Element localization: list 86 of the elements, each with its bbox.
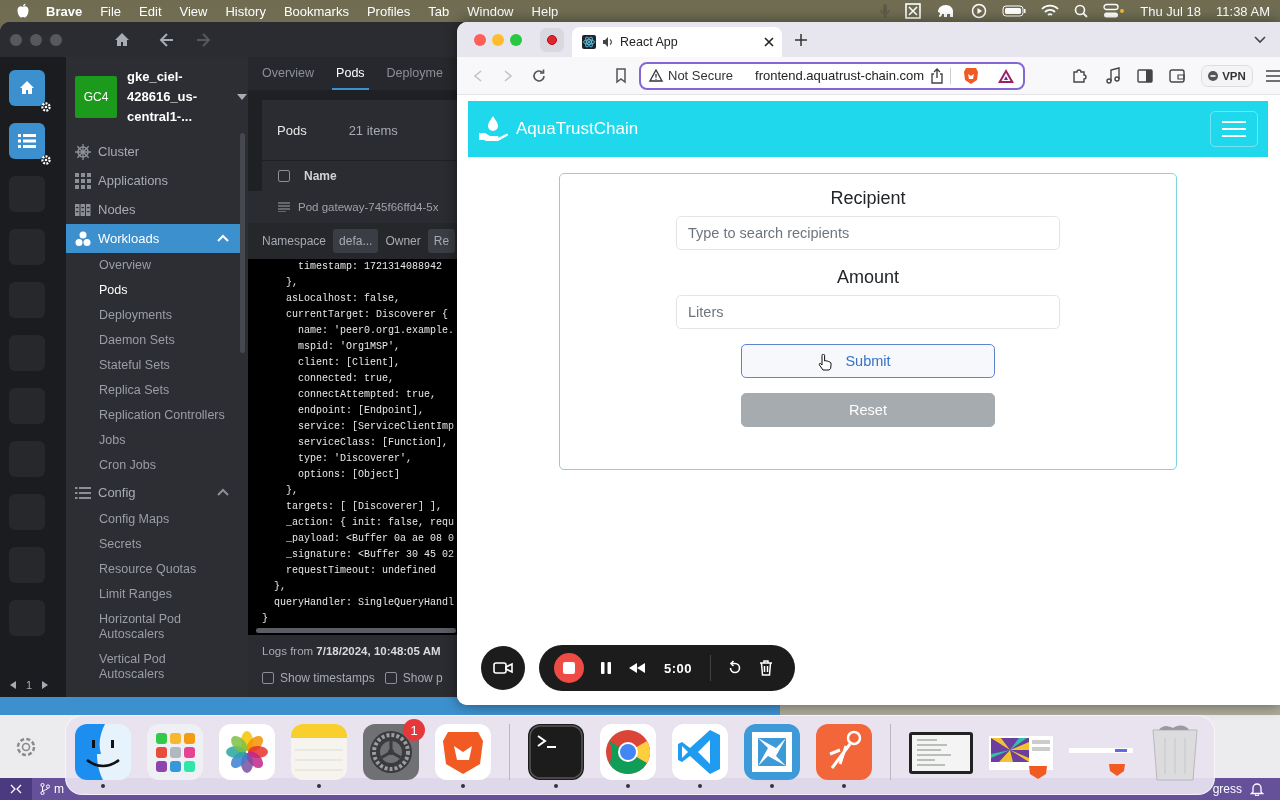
- cluster-name[interactable]: gke_ciel-428616_us-central1-...: [127, 67, 227, 127]
- menu-item[interactable]: File: [91, 3, 131, 19]
- log-line: requestTimeout: undefined: [285, 564, 438, 578]
- submit-button[interactable]: Submit: [741, 344, 995, 378]
- namespace-select[interactable]: defa...: [333, 229, 379, 253]
- panel-title: Pod gateway-745f66ffd4-5x: [298, 201, 439, 213]
- branch-name[interactable]: m: [54, 782, 64, 796]
- menu-item[interactable]: Edit: [130, 3, 171, 19]
- page-number: 1: [26, 679, 33, 691]
- sidebar-subitem[interactable]: Resource Quotas: [66, 557, 239, 582]
- menu-item[interactable]: Window: [458, 3, 523, 19]
- log-line: queryHandler: SingleQueryHandl: [273, 596, 456, 610]
- address-bar[interactable]: Not Secure frontend.aquatrust-chain.com: [639, 61, 1026, 90]
- log-line: connected: true,: [297, 372, 396, 386]
- field-label: Recipient: [830, 188, 906, 209]
- log-line: service: [ServiceClientImp: [297, 420, 456, 434]
- log-line: connectAttempted: true,: [297, 388, 438, 402]
- sidebar-subitem[interactable]: Config Maps: [66, 507, 239, 532]
- log-line: mspid: 'Org1MSP',: [297, 340, 402, 354]
- checkbox[interactable]: Show timestamps: [262, 671, 375, 685]
- menu-item[interactable]: Bookmarks: [274, 3, 358, 19]
- sidebar-subitem[interactable]: Horizontal Pod Autoscalers: [66, 607, 239, 647]
- log-line: },: [273, 580, 287, 594]
- sidebar-subitem[interactable]: Daemon Sets: [66, 328, 239, 353]
- input-field[interactable]: Liters: [676, 295, 1060, 329]
- logs-timestamp-text: Logs from 7/18/2024, 10:48:05 AM: [262, 645, 442, 657]
- sidebar-subitem[interactable]: Secrets: [66, 532, 239, 557]
- tab[interactable]: Pods: [332, 57, 369, 90]
- log-line: },: [285, 484, 299, 498]
- sidebar-item[interactable]: Applications: [66, 166, 240, 195]
- sidebar-subitem[interactable]: Cron Jobs: [66, 453, 239, 478]
- log-line: timestamp: 1721314088942: [297, 260, 444, 274]
- sidebar-item[interactable]: Config: [66, 478, 240, 507]
- vpn-button[interactable]: VPN: [1201, 64, 1253, 87]
- log-line: serviceClass: [Function],: [297, 436, 450, 450]
- owner-select[interactable]: Re: [427, 229, 456, 253]
- notification-badge: 1: [403, 719, 425, 741]
- log-line: name: 'peer0.org1.example.: [297, 324, 456, 338]
- menubar-time: 11:38 AM: [1216, 3, 1270, 19]
- log-line: }: [262, 612, 269, 625]
- recording-timer: 5:00: [664, 660, 693, 676]
- log-line: options: [Object]: [297, 468, 402, 482]
- field-label: Amount: [836, 267, 899, 288]
- log-line: },: [285, 276, 299, 290]
- sidebar-subitem[interactable]: Deployments: [66, 303, 239, 328]
- panel-title: Pods: [277, 122, 307, 138]
- log-line: _action: { init: false, requ: [285, 516, 456, 530]
- menu-item[interactable]: Profiles: [357, 3, 420, 19]
- sidebar-item[interactable]: Cluster: [66, 137, 240, 166]
- checkbox[interactable]: Show p: [384, 671, 443, 685]
- sidebar-subitem[interactable]: Vertical Pod Autoscalers: [66, 647, 239, 687]
- sidebar-subitem[interactable]: Stateful Sets: [66, 353, 239, 378]
- input-field[interactable]: Type to search recipients: [676, 216, 1060, 250]
- app-menu[interactable]: Brave: [30, 3, 92, 19]
- security-warning[interactable]: Not Secure: [668, 68, 734, 83]
- log-line: _signature: <Buffer 30 45 02: [285, 548, 456, 562]
- column-header[interactable]: Name: [304, 169, 337, 183]
- sidebar-subitem[interactable]: Overview: [66, 253, 239, 278]
- browser-tab[interactable]: React App: [572, 27, 782, 57]
- menu-item[interactable]: Help: [522, 3, 568, 19]
- sidebar-subitem[interactable]: Jobs: [66, 428, 239, 453]
- log-line: targets: [ [Discoverer] ],: [285, 500, 444, 514]
- menubar-date: Thu Jul 18: [1140, 3, 1202, 19]
- menu-item[interactable]: View: [170, 3, 217, 19]
- log-line: client: [Client],: [297, 356, 402, 370]
- tab[interactable]: Deployme: [382, 57, 447, 90]
- field-label: Namespace: [262, 234, 327, 248]
- status-text: gress: [1212, 782, 1242, 796]
- sidebar-subitem[interactable]: Limit Ranges: [66, 582, 239, 607]
- log-line: endpoint: [Endpoint],: [297, 404, 426, 418]
- log-line: type: 'Discoverer',: [297, 452, 414, 466]
- log-line: _payload: <Buffer 0a ae 08 0: [285, 532, 456, 546]
- cluster-avatar: GC4: [75, 76, 117, 118]
- url-text: frontend.aquatrust-chain.com: [755, 68, 925, 83]
- sidebar-item[interactable]: Workloads: [66, 224, 240, 253]
- field-label: Owner: [385, 234, 421, 248]
- sidebar-subitem[interactable]: Replication Controllers: [66, 403, 239, 428]
- menu-item[interactable]: Tab: [419, 3, 459, 19]
- log-line: asLocalhost: false,: [285, 292, 402, 306]
- sidebar-subitem[interactable]: Replica Sets: [66, 378, 239, 403]
- tab[interactable]: Overview: [258, 57, 319, 90]
- sidebar-item[interactable]: Nodes: [66, 195, 240, 224]
- item-count: 21 items: [348, 122, 398, 138]
- sidebar-subitem[interactable]: Pods: [66, 278, 239, 303]
- menu-item[interactable]: History: [216, 3, 275, 19]
- log-line: currentTarget: Discoverer {: [285, 308, 450, 322]
